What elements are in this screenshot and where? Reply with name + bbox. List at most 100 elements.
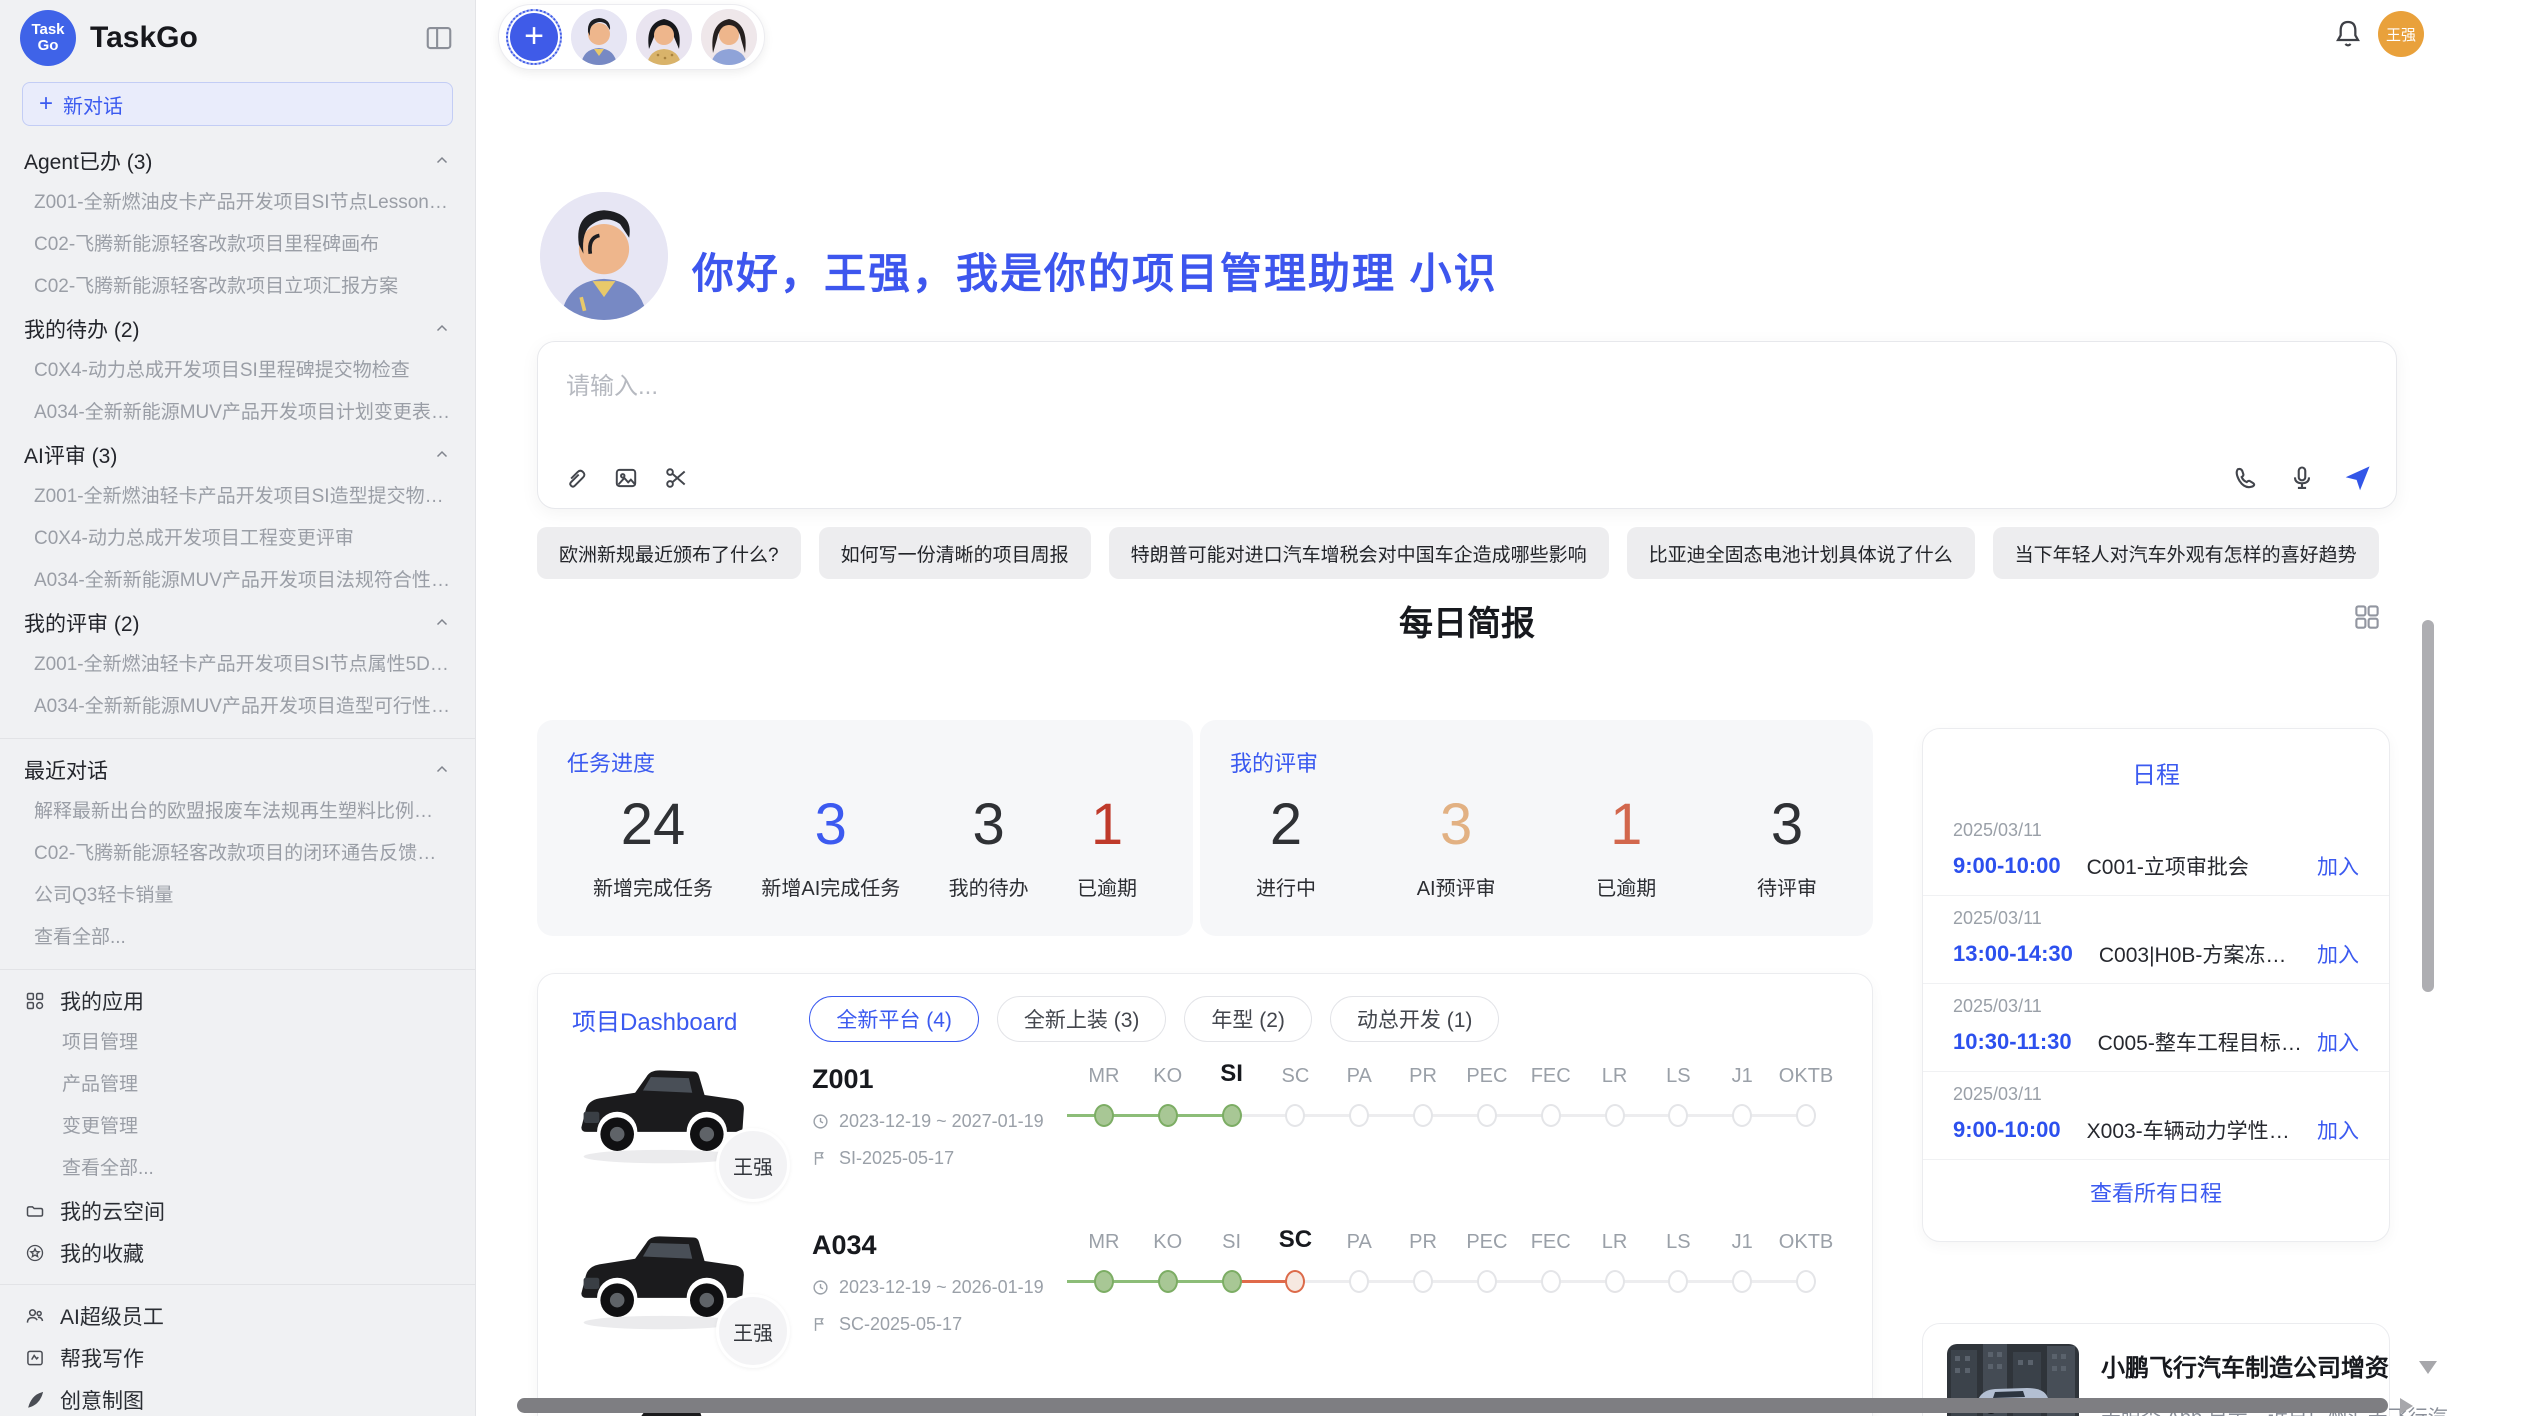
view-all-chats[interactable]: 查看全部... bbox=[0, 917, 475, 959]
send-icon[interactable] bbox=[2344, 464, 2372, 492]
agent-switcher: + bbox=[498, 4, 765, 70]
scroll-right-arrow[interactable] bbox=[2400, 1398, 2413, 1414]
schedule-item: 2025/03/11 13:00-14:30 C003|H0B-方案冻结评审 加… bbox=[1923, 896, 2389, 983]
people-icon bbox=[24, 1305, 46, 1327]
milestone-pec: PEC bbox=[1455, 1060, 1519, 1130]
join-button[interactable]: 加入 bbox=[2317, 1115, 2359, 1145]
view-all-schedule-link[interactable]: 查看所有日程 bbox=[1923, 1176, 2389, 1208]
project-row[interactable]: 王强 A034 2023-12-19 ~ 2026-01-19 SC-2025-… bbox=[572, 1224, 1838, 1374]
tab-powertrain[interactable]: 动总开发 (1) bbox=[1330, 996, 1500, 1042]
milestone-pa: PA bbox=[1327, 1060, 1391, 1130]
divider bbox=[0, 969, 475, 970]
suggestion-chips: 欧洲新规最近颁布了什么? 如何写一份清晰的项目周报 特朗普可能对进口汽车增税会对… bbox=[537, 527, 2399, 579]
milestone-fec: FEC bbox=[1519, 1226, 1583, 1296]
milestone-oktb: OKTB bbox=[1774, 1226, 1838, 1296]
horizontal-scrollbar[interactable] bbox=[517, 1398, 2388, 1413]
section-title: 我的评审 (2) bbox=[24, 608, 140, 638]
sidebar-item[interactable]: A034-全新新能源MUV产品开发项目造型可行性评审 bbox=[0, 686, 475, 728]
clock-icon bbox=[812, 1279, 829, 1296]
sidebar-collapse-icon[interactable] bbox=[423, 22, 455, 54]
sidebar-item[interactable]: A034-全新新能源MUV产品开发项目计划变更表编写 bbox=[0, 392, 475, 434]
section-agent-done[interactable]: Agent已办 (3) bbox=[0, 140, 475, 182]
my-apps-label: 我的应用 bbox=[60, 986, 144, 1016]
help-write-label: 帮我写作 bbox=[60, 1343, 144, 1373]
divider bbox=[1923, 1159, 2389, 1160]
greeting-text: 你好，王强，我是你的项目管理助理 小识 bbox=[692, 240, 1498, 301]
divider bbox=[0, 1284, 475, 1285]
project-owner-badge: 王强 bbox=[716, 1128, 790, 1202]
scissors-icon[interactable] bbox=[662, 464, 690, 492]
agent-avatar[interactable] bbox=[571, 9, 627, 65]
section-title: 最近对话 bbox=[24, 755, 108, 785]
agent-avatar[interactable] bbox=[636, 9, 692, 65]
attachment-icon[interactable] bbox=[562, 464, 590, 492]
user-avatar[interactable]: 王强 bbox=[2378, 11, 2424, 57]
star-badge-icon bbox=[24, 1242, 46, 1264]
sidebar-item-ai-staff[interactable]: AI超级员工 bbox=[0, 1295, 475, 1337]
scroll-down-arrow[interactable] bbox=[2419, 1361, 2437, 1374]
tab-new-body[interactable]: 全新上装 (3) bbox=[997, 996, 1167, 1042]
tab-new-platform[interactable]: 全新平台 (4) bbox=[809, 996, 979, 1042]
sidebar-item[interactable]: Z001-全新燃油轻卡产品开发项目SI节点属性5D文件评审 bbox=[0, 644, 475, 686]
join-button[interactable]: 加入 bbox=[2317, 939, 2359, 969]
sidebar-item[interactable]: C0X4-动力总成开发项目工程变更评审 bbox=[0, 518, 475, 560]
recent-chat-item[interactable]: 公司Q3轻卡销量 bbox=[0, 875, 475, 917]
tab-model-year[interactable]: 年型 (2) bbox=[1184, 996, 1312, 1042]
sidebar-item[interactable]: C0X4-动力总成开发项目SI里程碑提交物检查 bbox=[0, 350, 475, 392]
schedule-time: 10:30-11:30 bbox=[1953, 1029, 2072, 1055]
recent-chat-item[interactable]: C02-飞腾新能源轻客改款项目的闭环通告反馈情况 bbox=[0, 833, 475, 875]
milestone-ls: LS bbox=[1646, 1226, 1710, 1296]
suggestion-chip[interactable]: 比亚迪全固态电池计划具体说了什么 bbox=[1627, 527, 1975, 579]
section-ai-review[interactable]: AI评审 (3) bbox=[0, 434, 475, 476]
milestone-mr: MR bbox=[1072, 1226, 1136, 1296]
sidebar-item[interactable]: C02-飞腾新能源轻客改款项目里程碑画布 bbox=[0, 224, 475, 266]
section-my-todo[interactable]: 我的待办 (2) bbox=[0, 308, 475, 350]
milestone-lr: LR bbox=[1583, 1226, 1647, 1296]
join-button[interactable]: 加入 bbox=[2317, 1027, 2359, 1057]
chat-input[interactable]: 请输入... bbox=[537, 341, 2397, 509]
schedule-event-title: C005-整车工程目标评审 bbox=[2098, 1027, 2305, 1057]
add-agent-button[interactable]: + bbox=[506, 9, 562, 65]
card-title: 任务进度 bbox=[567, 746, 1163, 778]
layout-grid-icon[interactable] bbox=[2352, 602, 2384, 634]
sidebar-item-help-write[interactable]: 帮我写作 bbox=[0, 1337, 475, 1379]
sidebar-item-cloud-space[interactable]: 我的云空间 bbox=[0, 1190, 475, 1232]
project-code: Z001 bbox=[812, 1064, 1072, 1095]
ai-staff-label: AI超级员工 bbox=[60, 1301, 164, 1331]
schedule-time: 13:00-14:30 bbox=[1953, 941, 2073, 967]
recent-chat-item[interactable]: 解释最新出台的欧盟报废车法规再生塑料比例被调至15%... bbox=[0, 791, 475, 833]
milestone-si: SI bbox=[1200, 1226, 1264, 1296]
vertical-scrollbar[interactable] bbox=[2422, 620, 2434, 992]
stat-in-progress: 2 进行中 bbox=[1256, 788, 1316, 901]
suggestion-chip[interactable]: 如何写一份清晰的项目周报 bbox=[819, 527, 1091, 579]
sidebar-item-my-apps[interactable]: 我的应用 bbox=[0, 980, 475, 1022]
sidebar-item[interactable]: A034-全新新能源MUV产品开发项目法规符合性评审 bbox=[0, 560, 475, 602]
schedule-time: 9:00-10:00 bbox=[1953, 1117, 2061, 1143]
sidebar-item-favorites[interactable]: 我的收藏 bbox=[0, 1232, 475, 1274]
voice-call-icon[interactable] bbox=[2232, 464, 2260, 492]
milestone-pr: PR bbox=[1391, 1060, 1455, 1130]
notification-bell-icon[interactable] bbox=[2332, 18, 2368, 54]
new-chat-button[interactable]: + 新对话 bbox=[22, 82, 453, 126]
view-all-apps[interactable]: 查看全部... bbox=[0, 1148, 475, 1190]
sidebar-item-change-mgmt[interactable]: 变更管理 bbox=[0, 1106, 475, 1148]
project-row[interactable]: 王强 Z001 2023-12-19 ~ 2027-01-19 SI-2025-… bbox=[572, 1058, 1838, 1208]
agent-avatar[interactable] bbox=[701, 9, 757, 65]
sidebar-item[interactable]: Z001-全新燃油轻卡产品开发项目SI造型提交物评审 bbox=[0, 476, 475, 518]
sidebar-item-creative-draw[interactable]: 创意制图 bbox=[0, 1379, 475, 1416]
suggestion-chip[interactable]: 特朗普可能对进口汽车增税会对中国车企造成哪些影响 bbox=[1109, 527, 1609, 579]
suggestion-chip[interactable]: 当下年轻人对汽车外观有怎样的喜好趋势 bbox=[1993, 527, 2379, 579]
microphone-icon[interactable] bbox=[2288, 464, 2316, 492]
image-upload-icon[interactable] bbox=[612, 464, 640, 492]
sidebar-item-product-mgmt[interactable]: 产品管理 bbox=[0, 1064, 475, 1106]
sidebar-item[interactable]: Z001-全新燃油皮卡产品开发项目SI节点Lesson Learn报告 bbox=[0, 182, 475, 224]
join-button[interactable]: 加入 bbox=[2317, 851, 2359, 881]
stat-my-todo: 3 我的待办 bbox=[949, 788, 1029, 901]
apps-grid-icon bbox=[24, 990, 46, 1012]
suggestion-chip[interactable]: 欧洲新规最近颁布了什么? bbox=[537, 527, 801, 579]
section-my-review[interactable]: 我的评审 (2) bbox=[0, 602, 475, 644]
milestone-fec: FEC bbox=[1519, 1060, 1583, 1130]
sidebar-item-project-mgmt[interactable]: 项目管理 bbox=[0, 1022, 475, 1064]
sidebar-item[interactable]: C02-飞腾新能源轻客改款项目立项汇报方案 bbox=[0, 266, 475, 308]
section-recent-chats[interactable]: 最近对话 bbox=[0, 749, 475, 791]
